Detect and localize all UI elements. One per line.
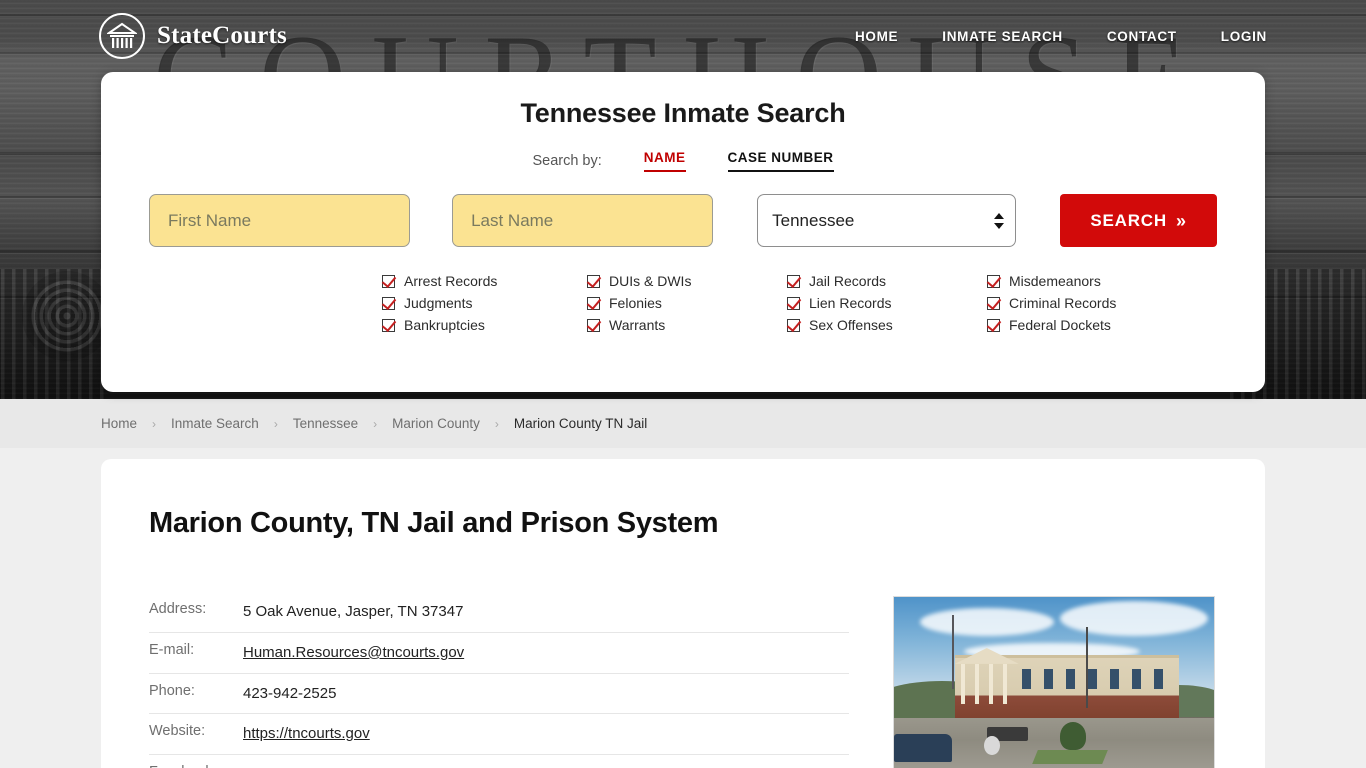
- brand-logo-link[interactable]: StateCourts: [99, 13, 287, 59]
- facility-photo: [893, 596, 1215, 768]
- last-name-input[interactable]: [452, 194, 714, 247]
- facility-info-area: Address: 5 Oak Avenue, Jasper, TN 37347 …: [149, 592, 1217, 768]
- first-name-input[interactable]: [149, 194, 411, 247]
- inmate-search-card: Tennessee Inmate Search Search by: NAME …: [101, 72, 1265, 392]
- nav-item-inmate-search[interactable]: INMATE SEARCH: [942, 29, 1063, 44]
- detail-label-phone: Phone:: [149, 682, 195, 699]
- checkbox-label: Arrest Records: [404, 273, 498, 289]
- detail-label-address: Address:: [149, 601, 207, 617]
- checkmark-icon: [987, 274, 1000, 288]
- checkbox-arrest-records[interactable]: Arrest Records: [382, 273, 587, 289]
- breadcrumb-item-current: Marion County TN Jail: [513, 416, 648, 431]
- detail-label-facebook: Facebook:: [149, 764, 243, 768]
- breadcrumb: Home › Inmate Search › Tennessee › Mario…: [101, 416, 647, 431]
- checkbox-jail-records[interactable]: Jail Records: [787, 273, 987, 289]
- checkbox-judgments[interactable]: Judgments: [382, 295, 587, 311]
- checkmark-icon: [987, 296, 1000, 310]
- checkbox-label: Lien Records: [809, 295, 892, 311]
- detail-value-email: Human.Resources@tncourts.gov: [243, 642, 464, 664]
- checkbox-label: Bankruptcies: [404, 317, 485, 333]
- checkbox-label: Sex Offenses: [809, 317, 893, 333]
- table-row: Website: https://tncourts.gov: [149, 714, 849, 755]
- search-by-label: Search by:: [532, 153, 602, 169]
- main-nav: HOME INMATE SEARCH CONTACT LOGIN: [855, 29, 1267, 44]
- checkbox-label: Felonies: [609, 295, 662, 311]
- chevron-right-icon: ›: [373, 416, 378, 431]
- page-title: Marion County, TN Jail and Prison System: [149, 507, 719, 539]
- record-type-checkbox-grid: Arrest Records DUIs & DWIs Jail Records …: [101, 273, 1265, 333]
- checkmark-icon: [382, 296, 395, 310]
- chevron-right-icon: ›: [273, 416, 278, 431]
- checkbox-sex-offenses[interactable]: Sex Offenses: [787, 317, 987, 333]
- state-select[interactable]: Tennessee: [757, 194, 1017, 247]
- search-card-title: Tennessee Inmate Search: [520, 98, 846, 128]
- search-by-row: Search by: NAME CASE NUMBER: [101, 150, 1265, 172]
- detail-value-phone: 423-942-2525: [243, 684, 337, 702]
- facility-details-card: Marion County, TN Jail and Prison System…: [101, 459, 1265, 768]
- checkbox-bankruptcies[interactable]: Bankruptcies: [382, 317, 587, 333]
- checkbox-label: Warrants: [609, 317, 666, 333]
- table-row: Facebook: https://www.facebook.com/Mario…: [149, 755, 849, 768]
- search-button[interactable]: SEARCH »: [1060, 194, 1218, 247]
- checkmark-icon: [787, 274, 800, 288]
- facility-details-table: Address: 5 Oak Avenue, Jasper, TN 37347 …: [149, 592, 849, 768]
- nav-item-home[interactable]: HOME: [855, 29, 898, 44]
- nav-item-contact[interactable]: CONTACT: [1107, 29, 1177, 44]
- checkbox-label: Misdemeanors: [1009, 273, 1101, 289]
- checkbox-label: Jail Records: [809, 273, 887, 289]
- checkbox-felonies[interactable]: Felonies: [587, 295, 787, 311]
- checkmark-icon: [587, 274, 600, 288]
- table-row: E-mail: Human.Resources@tncourts.gov: [149, 633, 849, 674]
- breadcrumb-item-tennessee[interactable]: Tennessee: [293, 416, 358, 431]
- detail-label-email: E-mail:: [149, 641, 195, 658]
- detail-label-website: Website:: [149, 723, 206, 740]
- chevron-right-icon: ›: [152, 416, 157, 431]
- checkbox-duis-dwis[interactable]: DUIs & DWIs: [587, 273, 787, 289]
- checkmark-icon: [787, 296, 800, 310]
- courthouse-circle-icon: [99, 13, 145, 59]
- table-row: Phone: 423-942-2525: [149, 674, 849, 715]
- tab-name[interactable]: NAME: [643, 150, 686, 172]
- search-fields-row: Tennessee SEARCH »: [101, 194, 1265, 247]
- checkmark-icon: [587, 318, 600, 332]
- checkmark-icon: [382, 274, 395, 288]
- detail-value-website: https://tncourts.gov: [243, 723, 370, 745]
- checkbox-warrants[interactable]: Warrants: [587, 317, 787, 333]
- checkbox-label: Judgments: [404, 295, 473, 311]
- website-link[interactable]: https://tncourts.gov: [243, 725, 370, 742]
- tab-case-number[interactable]: CASE NUMBER: [727, 150, 834, 172]
- breadcrumb-item-home[interactable]: Home: [101, 416, 137, 431]
- checkmark-icon: [587, 296, 600, 310]
- checkbox-misdemeanors[interactable]: Misdemeanors: [987, 273, 1116, 289]
- checkmark-icon: [987, 318, 1000, 332]
- nav-item-login[interactable]: LOGIN: [1221, 29, 1267, 44]
- breadcrumb-item-inmate-search[interactable]: Inmate Search: [171, 416, 259, 431]
- checkbox-lien-records[interactable]: Lien Records: [787, 295, 987, 311]
- top-navigation-bar: StateCourts HOME INMATE SEARCH CONTACT L…: [0, 0, 1366, 72]
- breadcrumb-bar: Home › Inmate Search › Tennessee › Mario…: [0, 399, 1366, 448]
- search-button-label: SEARCH: [1090, 210, 1167, 230]
- checkbox-federal-dockets[interactable]: Federal Dockets: [987, 317, 1116, 333]
- breadcrumb-item-marion-county[interactable]: Marion County: [392, 416, 480, 431]
- state-select-wrapper: Tennessee: [757, 194, 1017, 247]
- checkbox-label: Criminal Records: [1009, 295, 1117, 311]
- brand-name: StateCourts: [157, 22, 287, 49]
- checkmark-icon: [382, 318, 395, 332]
- table-row: Address: 5 Oak Avenue, Jasper, TN 37347: [149, 592, 849, 633]
- detail-value-address: 5 Oak Avenue, Jasper, TN 37347: [243, 603, 464, 620]
- checkbox-label: Federal Dockets: [1009, 317, 1111, 333]
- checkbox-criminal-records[interactable]: Criminal Records: [987, 295, 1116, 311]
- checkbox-label: DUIs & DWIs: [609, 273, 692, 289]
- detail-value-facebook: https://www.facebook.com/Marion-County-S…: [243, 764, 738, 768]
- double-chevron-right-icon: »: [1175, 210, 1187, 231]
- checkmark-icon: [787, 318, 800, 332]
- email-link[interactable]: Human.Resources@tncourts.gov: [243, 644, 464, 661]
- chevron-right-icon: ›: [494, 416, 499, 431]
